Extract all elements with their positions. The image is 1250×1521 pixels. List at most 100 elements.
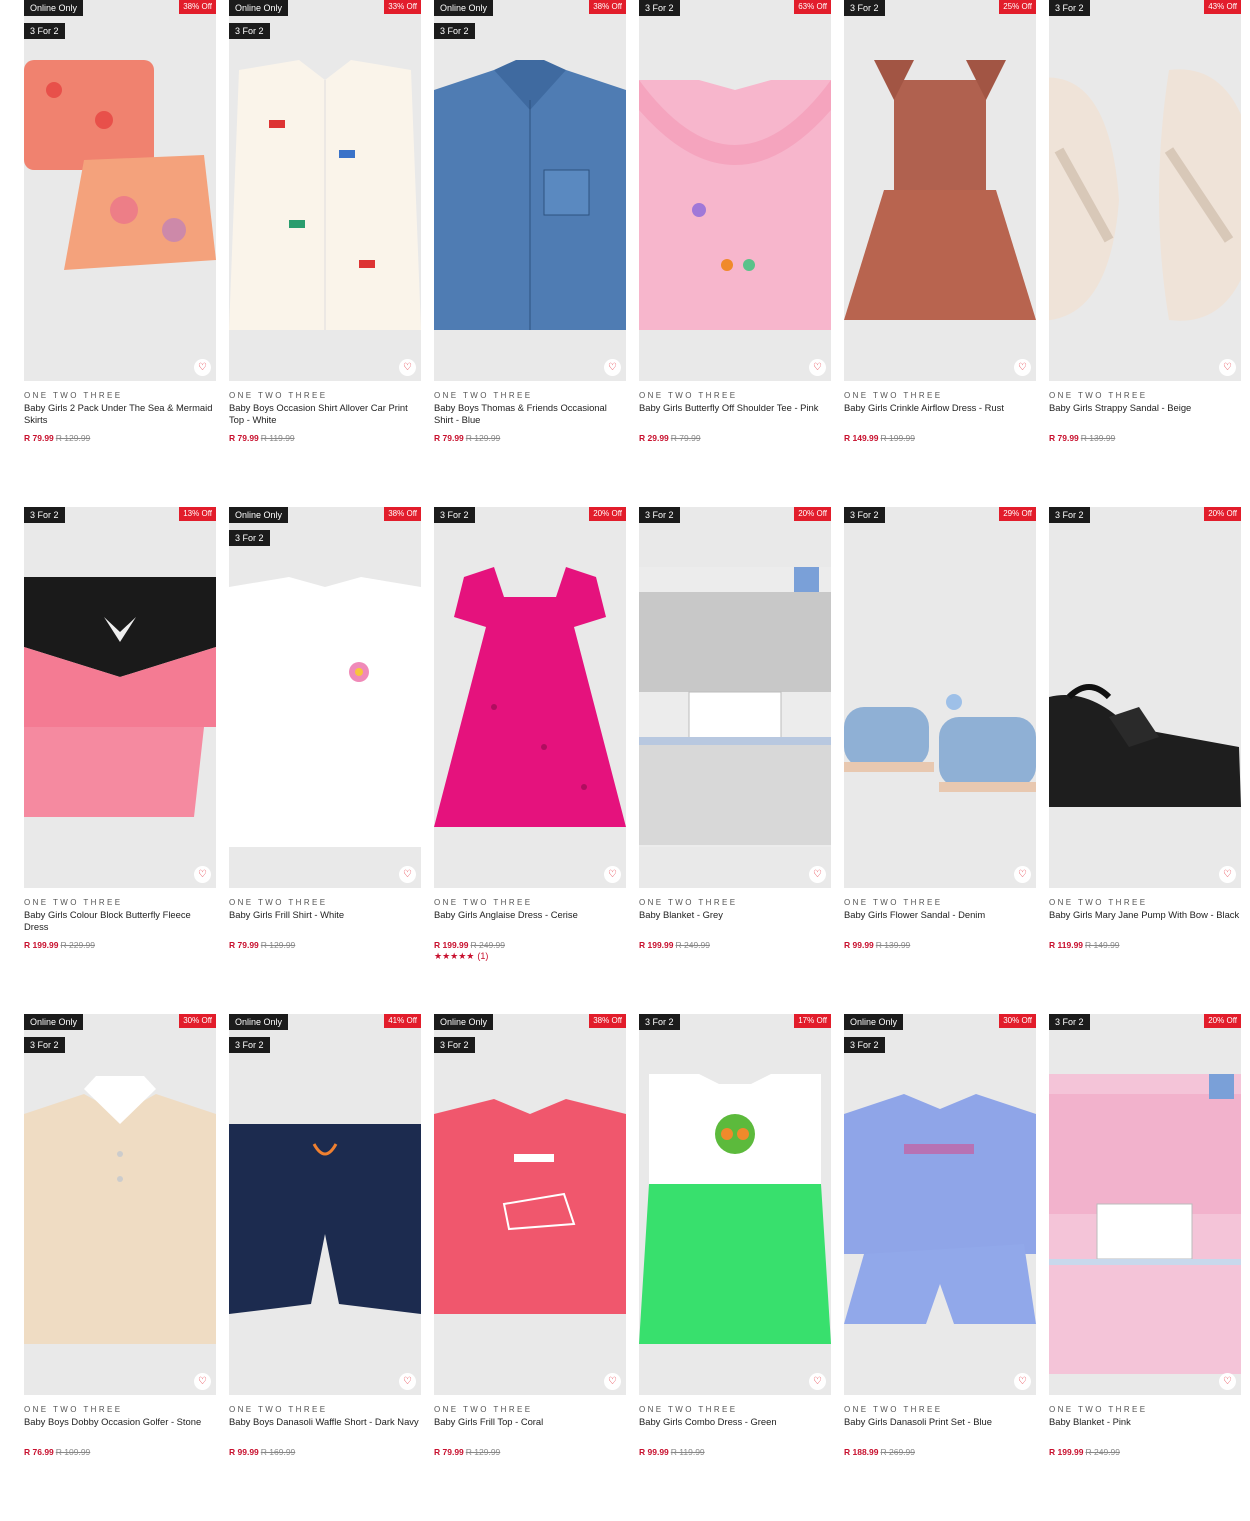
- discount-badge: 38% Off: [589, 0, 626, 14]
- discount-badge: 20% Off: [794, 507, 831, 521]
- wishlist-heart-icon[interactable]: ♡: [604, 359, 621, 376]
- original-price: R 129.99: [260, 940, 296, 950]
- product-card[interactable]: 3 For 2 20% Off ♡ ONE TWO THREE Baby Blanket…: [639, 507, 831, 1014]
- wishlist-heart-icon[interactable]: ♡: [809, 866, 826, 883]
- product-image[interactable]: Online Only 3 For 2 30% Off ♡: [24, 1014, 216, 1395]
- product-image[interactable]: 3 For 2 20% Off ♡: [639, 507, 831, 888]
- product-card[interactable]: 3 For 2 25% Off ♡ ONE TWO THREE Baby Girls C…: [844, 0, 1036, 507]
- product-brand: ONE TWO THREE: [229, 1405, 328, 1414]
- product-image[interactable]: Online Only 3 For 2 30% Off ♡: [844, 1014, 1036, 1395]
- product-image[interactable]: Online Only 3 For 2 38% Off ♡: [434, 1014, 626, 1395]
- sale-price: R 199.99: [24, 940, 59, 950]
- product-card[interactable]: Online Only 3 For 2 38% Off ♡ ONE TWO THREE B…: [434, 1014, 626, 1521]
- product-card[interactable]: 3 For 2 13% Off ♡ ONE TWO THREE Baby Girls C…: [24, 507, 216, 1014]
- price-row: R 29.99 R 79.99: [639, 433, 831, 443]
- product-name[interactable]: Baby Girls Crinkle Airflow Dress - Rust: [844, 402, 1036, 427]
- product-image[interactable]: Online Only 3 For 2 38% Off ♡: [24, 0, 216, 381]
- online-only-badge: Online Only: [434, 0, 494, 16]
- product-image[interactable]: Online Only 3 For 2 33% Off ♡: [229, 0, 421, 381]
- rating-stars[interactable]: ★★★★★ (1): [434, 951, 626, 962]
- product-image[interactable]: Online Only 3 For 2 38% Off ♡: [434, 0, 626, 381]
- price-row: R 79.99 R 129.99: [229, 940, 421, 950]
- wishlist-heart-icon[interactable]: ♡: [194, 359, 211, 376]
- badge-stack: 3 For 2: [1049, 0, 1090, 16]
- product-image[interactable]: 3 For 2 20% Off ♡: [1049, 1014, 1241, 1395]
- wishlist-heart-icon[interactable]: ♡: [1014, 1373, 1031, 1390]
- product-name[interactable]: Baby Blanket - Grey: [639, 909, 831, 934]
- product-brand: ONE TWO THREE: [1049, 1405, 1148, 1414]
- original-price: R 249.99: [1085, 1447, 1121, 1457]
- wishlist-heart-icon[interactable]: ♡: [809, 1373, 826, 1390]
- product-image[interactable]: 3 For 2 43% Off ♡: [1049, 0, 1241, 381]
- product-card[interactable]: Online Only 3 For 2 41% Off ♡ ONE TWO THREE B…: [229, 1014, 421, 1521]
- product-name[interactable]: Baby Girls Danasoli Print Set - Blue: [844, 1416, 1036, 1441]
- wishlist-heart-icon[interactable]: ♡: [1014, 866, 1031, 883]
- promo-badge: 3 For 2: [639, 507, 680, 523]
- product-name[interactable]: Baby Girls Mary Jane Pump With Bow - Bla…: [1049, 909, 1241, 934]
- product-photo: [229, 1124, 421, 1314]
- wishlist-heart-icon[interactable]: ♡: [399, 359, 416, 376]
- product-name[interactable]: Baby Girls Frill Top - Coral: [434, 1416, 626, 1441]
- wishlist-heart-icon[interactable]: ♡: [604, 1373, 621, 1390]
- sale-price: R 29.99: [639, 433, 669, 443]
- product-photo: [24, 577, 216, 817]
- product-card[interactable]: 3 For 2 20% Off ♡ ONE TWO THREE Baby Girls M…: [1049, 507, 1241, 1014]
- product-card[interactable]: 3 For 2 20% Off ♡ ONE TWO THREE Baby Girls A…: [434, 507, 626, 1014]
- wishlist-heart-icon[interactable]: ♡: [194, 1373, 211, 1390]
- product-name[interactable]: Baby Girls 2 Pack Under The Sea & Mermai…: [24, 402, 216, 427]
- product-card[interactable]: Online Only 3 For 2 38% Off ♡ ONE TWO THREE B…: [229, 507, 421, 1014]
- product-name[interactable]: Baby Girls Anglaise Dress - Cerise: [434, 909, 626, 934]
- wishlist-heart-icon[interactable]: ♡: [809, 359, 826, 376]
- wishlist-heart-icon[interactable]: ♡: [1219, 359, 1236, 376]
- price-row: R 188.99 R 269.99: [844, 1447, 1036, 1457]
- wishlist-heart-icon[interactable]: ♡: [1219, 1373, 1236, 1390]
- product-name[interactable]: Baby Girls Colour Block Butterfly Fleece…: [24, 909, 216, 934]
- price-row: R 79.99 R 129.99: [434, 1447, 626, 1457]
- product-image[interactable]: 3 For 2 29% Off ♡: [844, 507, 1036, 888]
- product-name[interactable]: Baby Boys Thomas & Friends Occasional Sh…: [434, 402, 626, 427]
- discount-badge: 17% Off: [794, 1014, 831, 1028]
- product-name[interactable]: Baby Boys Danasoli Waffle Short - Dark N…: [229, 1416, 421, 1441]
- product-card[interactable]: Online Only 3 For 2 33% Off ♡ ONE TWO THREE B…: [229, 0, 421, 507]
- wishlist-heart-icon[interactable]: ♡: [194, 866, 211, 883]
- wishlist-heart-icon[interactable]: ♡: [604, 866, 621, 883]
- original-price: R 129.99: [55, 433, 91, 443]
- product-card[interactable]: 3 For 2 63% Off ♡ ONE TWO THREE Baby Girls B…: [639, 0, 831, 507]
- online-only-badge: Online Only: [229, 507, 289, 523]
- product-photo: [844, 1094, 1036, 1324]
- product-card[interactable]: 3 For 2 17% Off ♡ ONE TWO THREE Baby Girls C…: [639, 1014, 831, 1521]
- product-card[interactable]: Online Only 3 For 2 38% Off ♡ ONE TWO THREE B…: [434, 0, 626, 507]
- product-name[interactable]: Baby Girls Combo Dress - Green: [639, 1416, 831, 1441]
- product-card[interactable]: Online Only 3 For 2 38% Off ♡ ONE TWO THREE B…: [24, 0, 216, 507]
- product-card[interactable]: 3 For 2 43% Off ♡ ONE TWO THREE Baby Girls S…: [1049, 0, 1241, 507]
- wishlist-heart-icon[interactable]: ♡: [399, 1373, 416, 1390]
- price-row: R 79.99 R 139.99: [1049, 433, 1241, 443]
- product-card[interactable]: 3 For 2 29% Off ♡ ONE TWO THREE Baby Girls F…: [844, 507, 1036, 1014]
- sale-price: R 188.99: [844, 1447, 879, 1457]
- price-row: R 119.99 R 149.99: [1049, 940, 1241, 950]
- product-image[interactable]: Online Only 3 For 2 41% Off ♡: [229, 1014, 421, 1395]
- product-image[interactable]: 3 For 2 20% Off ♡: [1049, 507, 1241, 888]
- wishlist-heart-icon[interactable]: ♡: [399, 866, 416, 883]
- product-name[interactable]: Baby Girls Flower Sandal - Denim: [844, 909, 1036, 934]
- product-name[interactable]: Baby Girls Butterfly Off Shoulder Tee - …: [639, 402, 831, 427]
- product-image[interactable]: 3 For 2 25% Off ♡: [844, 0, 1036, 381]
- product-name[interactable]: Baby Boys Occasion Shirt Allover Car Pri…: [229, 402, 421, 427]
- product-image[interactable]: 3 For 2 17% Off ♡: [639, 1014, 831, 1395]
- product-name[interactable]: Baby Girls Strappy Sandal - Beige: [1049, 402, 1241, 427]
- product-image[interactable]: 3 For 2 63% Off ♡: [639, 0, 831, 381]
- product-name[interactable]: Baby Boys Dobby Occasion Golfer - Stone: [24, 1416, 216, 1441]
- product-image[interactable]: Online Only 3 For 2 38% Off ♡: [229, 507, 421, 888]
- product-image[interactable]: 3 For 2 20% Off ♡: [434, 507, 626, 888]
- wishlist-heart-icon[interactable]: ♡: [1014, 359, 1031, 376]
- wishlist-heart-icon[interactable]: ♡: [1219, 866, 1236, 883]
- product-card[interactable]: Online Only 3 For 2 30% Off ♡ ONE TWO THREE B…: [24, 1014, 216, 1521]
- promo-badge: 3 For 2: [639, 1014, 680, 1030]
- product-name[interactable]: Baby Blanket - Pink: [1049, 1416, 1241, 1441]
- badge-stack: Online Only 3 For 2: [229, 507, 289, 546]
- discount-badge: 30% Off: [179, 1014, 216, 1028]
- product-card[interactable]: Online Only 3 For 2 30% Off ♡ ONE TWO THREE B…: [844, 1014, 1036, 1521]
- product-name[interactable]: Baby Girls Frill Shirt - White: [229, 909, 421, 934]
- product-card[interactable]: 3 For 2 20% Off ♡ ONE TWO THREE Baby Blanket…: [1049, 1014, 1241, 1521]
- product-image[interactable]: 3 For 2 13% Off ♡: [24, 507, 216, 888]
